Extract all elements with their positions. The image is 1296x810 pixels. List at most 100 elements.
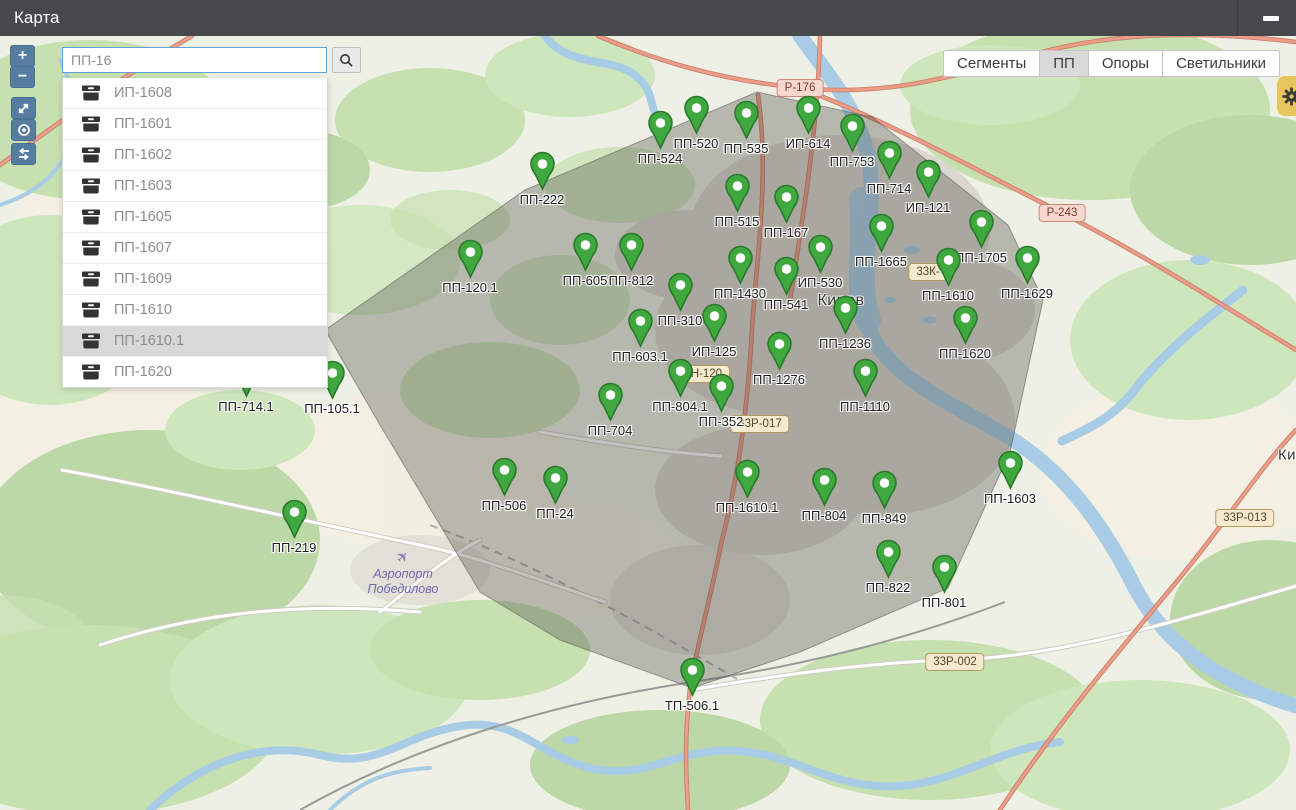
airport-name-line2: Победилово bbox=[368, 582, 439, 597]
pin-icon bbox=[734, 459, 761, 499]
map-marker[interactable]: ПП-219 bbox=[239, 499, 349, 555]
pin-icon bbox=[597, 382, 624, 422]
suggestion-label: ПП-1602 bbox=[114, 147, 172, 163]
map-marker[interactable]: ПП-704 bbox=[555, 382, 665, 438]
marker-label: ПП-1620 bbox=[939, 346, 991, 361]
suggestion-item[interactable]: ПП-1603 bbox=[63, 171, 327, 202]
marker-label: ПП-1610 bbox=[922, 288, 974, 303]
archive-box-icon bbox=[82, 116, 100, 132]
expand-arrow-icon bbox=[17, 102, 30, 115]
pin-icon bbox=[733, 100, 760, 140]
window-title: Карта bbox=[0, 8, 60, 28]
marker-label: ПП-24 bbox=[536, 506, 573, 521]
pin-icon bbox=[618, 232, 645, 272]
zoom-in-button[interactable]: + bbox=[10, 45, 35, 67]
archive-box-icon bbox=[82, 302, 100, 318]
archive-box-icon bbox=[82, 333, 100, 349]
marker-label: ПП-1110 bbox=[840, 399, 890, 414]
marker-label: ПП-352 bbox=[699, 414, 744, 429]
pin-icon bbox=[952, 305, 979, 345]
tab-светильники[interactable]: Светильники bbox=[1162, 50, 1280, 77]
titlebar-divider bbox=[1237, 0, 1238, 36]
map-marker[interactable]: ПП-524 bbox=[605, 110, 715, 166]
suggestion-label: ПП-1620 bbox=[114, 364, 172, 380]
map-marker[interactable]: ТП-506.1 bbox=[637, 657, 747, 713]
map-marker[interactable]: ПП-24 bbox=[500, 465, 610, 521]
suggestion-label: ПП-1601 bbox=[114, 116, 172, 132]
tab-сегменты[interactable]: Сегменты bbox=[943, 50, 1040, 77]
map-marker[interactable]: ПП-801 bbox=[889, 554, 999, 610]
zoom-out-button[interactable]: − bbox=[10, 66, 35, 88]
pin-icon bbox=[1014, 245, 1041, 285]
marker-label: ПП-714.1 bbox=[218, 399, 274, 414]
search-icon bbox=[339, 53, 354, 68]
suggestion-label: ИП-1608 bbox=[114, 85, 172, 101]
archive-box-icon bbox=[82, 147, 100, 163]
map-marker[interactable]: ИП-121 bbox=[873, 159, 983, 215]
pin-icon bbox=[852, 358, 879, 398]
swap-arrows-icon bbox=[17, 147, 31, 161]
archive-box-icon bbox=[82, 364, 100, 380]
marker-label: ПП-1629 bbox=[1001, 286, 1053, 301]
map-marker[interactable]: ПП-1603 bbox=[955, 450, 1065, 506]
pin-icon bbox=[832, 295, 859, 335]
route-swap-button[interactable] bbox=[11, 143, 36, 165]
suggestion-item[interactable]: ПП-1605 bbox=[63, 202, 327, 233]
map-marker[interactable]: ПП-603.1 bbox=[585, 308, 695, 364]
map-marker[interactable]: ПП-352 bbox=[666, 373, 776, 429]
minimize-icon bbox=[1263, 16, 1279, 21]
archive-box-icon bbox=[82, 178, 100, 194]
suggestion-item[interactable]: ПП-1610.1 bbox=[63, 326, 327, 357]
suggestion-label: ПП-1603 bbox=[114, 178, 172, 194]
suggestion-label: ПП-1610.1 bbox=[114, 333, 184, 349]
archive-box-icon bbox=[82, 271, 100, 287]
map-marker[interactable]: ПП-1610 bbox=[893, 247, 1003, 303]
minus-icon: − bbox=[18, 69, 27, 85]
airplane-icon: ✈ bbox=[392, 546, 414, 568]
suggestion-label: ПП-1605 bbox=[114, 209, 172, 225]
window-titlebar: Карта bbox=[0, 0, 1296, 36]
suggestion-item[interactable]: ПП-1610 bbox=[63, 295, 327, 326]
map-marker[interactable]: ПП-1620 bbox=[910, 305, 1020, 361]
suggestion-item[interactable]: ИП-1608 bbox=[63, 78, 327, 109]
search-input[interactable] bbox=[62, 47, 327, 73]
gear-icon bbox=[1282, 87, 1296, 106]
locate-button[interactable] bbox=[11, 119, 36, 141]
target-icon bbox=[17, 123, 31, 137]
tab-пп[interactable]: ПП bbox=[1039, 50, 1089, 77]
pin-icon bbox=[871, 470, 898, 510]
settings-flap-button[interactable] bbox=[1277, 76, 1296, 116]
pin-icon bbox=[542, 465, 569, 505]
search-button[interactable] bbox=[332, 47, 361, 73]
suggestion-label: ПП-1609 bbox=[114, 271, 172, 287]
marker-label: ПП-535 bbox=[724, 141, 769, 156]
tab-опоры[interactable]: Опоры bbox=[1088, 50, 1163, 77]
archive-box-icon bbox=[82, 85, 100, 101]
airport-name-line1: Аэропорт bbox=[368, 567, 439, 582]
pin-icon bbox=[997, 450, 1024, 490]
map-marker[interactable]: ПП-167 bbox=[731, 184, 841, 240]
pin-icon bbox=[968, 209, 995, 249]
pin-icon bbox=[915, 159, 942, 199]
suggestion-item[interactable]: ПП-1620 bbox=[63, 357, 327, 387]
minimize-button[interactable] bbox=[1255, 0, 1287, 36]
marker-label: ПП-1603 bbox=[984, 491, 1036, 506]
pin-icon bbox=[281, 499, 308, 539]
airport-label: ✈ Аэропорт Победилово bbox=[368, 548, 439, 597]
pin-icon bbox=[627, 308, 654, 348]
road-shield: 33Р-013 bbox=[1215, 509, 1274, 527]
suggestion-item[interactable]: ПП-1607 bbox=[63, 233, 327, 264]
layer-tabs: СегментыППОпорыСветильники bbox=[943, 50, 1280, 77]
marker-label: ПП-105.1 bbox=[304, 401, 360, 416]
suggestion-item[interactable]: ПП-1609 bbox=[63, 264, 327, 295]
map-marker[interactable]: ПП-849 bbox=[829, 470, 939, 526]
map-marker[interactable]: ПП-1110 bbox=[810, 358, 920, 414]
suggestion-item[interactable]: ПП-1601 bbox=[63, 109, 327, 140]
map-marker[interactable]: ПП-120.1 bbox=[415, 239, 525, 295]
pin-icon bbox=[935, 247, 962, 287]
marker-label: ТП-506.1 bbox=[665, 698, 719, 713]
map-marker[interactable]: ПП-222 bbox=[487, 151, 597, 207]
suggestion-label: ПП-1607 bbox=[114, 240, 172, 256]
suggestion-item[interactable]: ПП-1602 bbox=[63, 140, 327, 171]
fullscreen-button[interactable] bbox=[11, 97, 36, 119]
